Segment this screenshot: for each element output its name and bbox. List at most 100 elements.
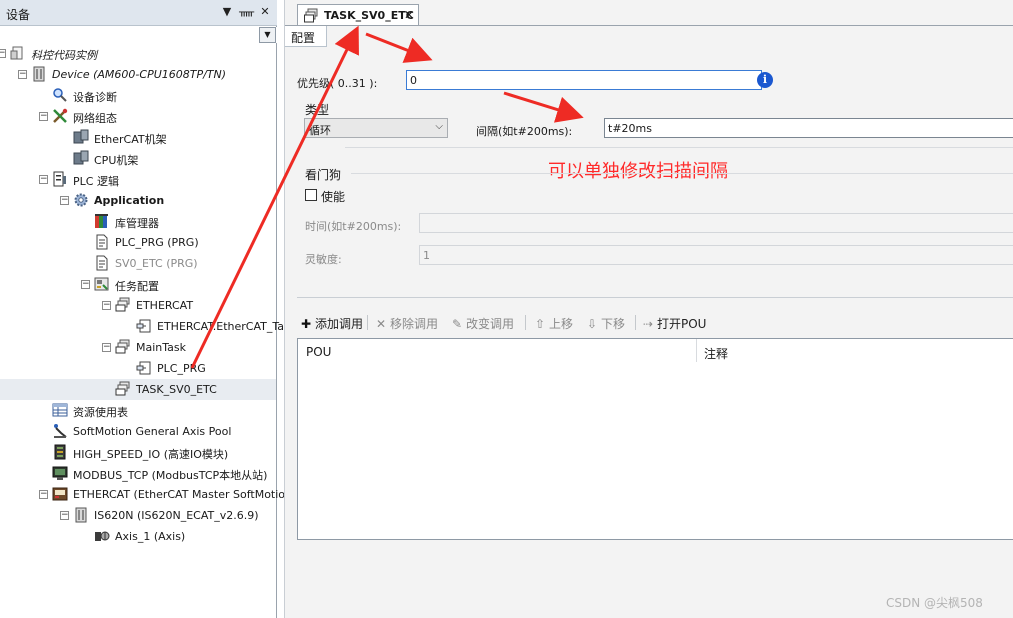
tree-node[interactable]: EtherCAT机架 (0, 127, 276, 148)
remove-x-icon: ✕ (375, 317, 387, 331)
add-call-button[interactable]: ✚ 添加调用 (299, 315, 363, 332)
tree-node[interactable]: CPU机架 (0, 148, 276, 169)
call-toolbar: ✚ 添加调用 ✕ 移除调用 ✎ 改变调用 ⇧ 上移 ⇩ 下移 ⇢ 打开POU (295, 311, 1013, 333)
panel-combo[interactable]: ▼ (0, 27, 277, 43)
tree-node[interactable]: PLC_PRG (0, 358, 276, 379)
tree-expander[interactable]: − (60, 196, 69, 205)
tree-node[interactable]: 资源使用表 (0, 400, 276, 421)
panel-menu-dropdown-icon[interactable]: ▼ (220, 5, 234, 19)
pou-document-icon (96, 234, 108, 250)
device-icon (75, 507, 87, 523)
task-icon (304, 8, 318, 23)
tab-task-sv0-etc[interactable]: TASK_SV0_ETC ✕ (297, 4, 419, 26)
tree-node[interactable]: SV0_ETC (PRG) (0, 253, 276, 274)
sensitivity-input[interactable]: 1 (419, 245, 1013, 265)
column-separator[interactable] (696, 339, 697, 362)
column-header-pou[interactable]: POU (306, 345, 331, 359)
tree-expander[interactable]: − (60, 511, 69, 520)
editor-pane: TASK_SV0_ETC ✕ 配置 优先级( 0..31 ): 0 i 类型 循… (284, 0, 1013, 618)
annotation-text: 可以单独修改扫描间隔 (548, 161, 728, 182)
tree-expander[interactable]: − (39, 490, 48, 499)
tree-node-label: ETHERCAT (EtherCAT Master SoftMotion) (73, 488, 297, 501)
enable-checkbox[interactable] (305, 189, 317, 201)
tree-node[interactable]: 库管理器 (0, 211, 276, 232)
pou-document-icon (96, 255, 108, 271)
ethercat-master-icon (52, 487, 68, 501)
toolbar-separator (635, 315, 636, 330)
tree-node[interactable]: 设备诊断 (0, 85, 276, 106)
toolbar-separator (525, 315, 526, 330)
move-up-label: 上移 (549, 317, 574, 331)
move-down-button[interactable]: ⇩ 下移 (585, 315, 625, 332)
tree-expander[interactable]: − (102, 343, 111, 352)
tree-node-label: 任务配置 (115, 280, 159, 293)
type-select[interactable]: 循环 ⌵ (304, 118, 448, 138)
remove-call-button[interactable]: ✕ 移除调用 (374, 315, 438, 332)
tree-expander[interactable]: − (39, 112, 48, 121)
tree-node-label: Device (AM600-CPU1608TP/TN) (52, 68, 227, 81)
tree-expander[interactable]: − (0, 49, 6, 58)
library-icon (95, 214, 108, 228)
tree-expander[interactable]: − (81, 280, 90, 289)
change-call-button[interactable]: ✎ 改变调用 (450, 315, 514, 332)
tree-node[interactable]: SoftMotion General Axis Pool (0, 421, 276, 442)
tree-node[interactable]: − Device (AM600-CPU1608TP/TN) (0, 64, 276, 85)
rack-icon (73, 129, 89, 144)
application-gear-icon (74, 193, 88, 207)
close-icon[interactable]: ✕ (258, 5, 272, 19)
tree-node[interactable]: − IS620N (IS620N_ECAT_v2.6.9) (0, 505, 276, 526)
tree-node-label: 库管理器 (115, 217, 159, 230)
tree-node[interactable]: HIGH_SPEED_IO (高速IO模块) (0, 442, 276, 463)
tab-close-icon[interactable]: ✕ (404, 8, 414, 22)
tree-node-label: PLC_PRG (PRG) (115, 236, 199, 249)
tree-node[interactable]: TASK_SV0_ETC (0, 379, 276, 400)
type-group-separator (345, 147, 1013, 148)
tree-node[interactable]: − 任务配置 (0, 274, 276, 295)
device-panel: 设备 ▼ ᚅ ✕ ▼ − 科控代码实例 − Device (AM600-CPU1608… (0, 0, 296, 618)
task-icon (115, 381, 130, 396)
tree-expander[interactable]: − (39, 175, 48, 184)
tree-node[interactable]: MODBUS_TCP (ModbusTCP本地从站) (0, 463, 276, 484)
tree-node[interactable]: ETHERCAT.EtherCAT_Task (0, 316, 296, 337)
tree-node[interactable]: − PLC 逻辑 (0, 169, 276, 190)
tree-node-label: Application (94, 194, 165, 207)
tree-node-label: 资源使用表 (73, 406, 128, 419)
open-pou-icon: ⇢ (642, 317, 654, 331)
time-input[interactable] (419, 213, 1013, 233)
pin-icon[interactable]: ᚅ (239, 5, 254, 19)
tree-node[interactable]: − ETHERCAT (EtherCAT Master SoftMotion) (0, 484, 296, 505)
move-up-button[interactable]: ⇧ 上移 (533, 315, 573, 332)
open-pou-button[interactable]: ⇢ 打开POU (641, 315, 707, 332)
tab-label: TASK_SV0_ETC (324, 9, 414, 22)
modbus-icon (52, 466, 68, 480)
tree-node-label: EtherCAT机架 (94, 133, 167, 146)
tree-node-label: IS620N (IS620N_ECAT_v2.6.9) (94, 509, 259, 522)
priority-input[interactable]: 0 (406, 70, 762, 90)
tree-node[interactable]: − ETHERCAT (0, 295, 276, 316)
column-header-comment[interactable]: 注释 (704, 345, 728, 362)
watermark: CSDN @尖枫508 (886, 596, 983, 610)
tab-config[interactable]: 配置 (285, 26, 327, 47)
remove-call-label: 移除调用 (390, 317, 439, 331)
interval-label: 间隔(如t#200ms): (476, 125, 573, 138)
tree-expander[interactable]: − (102, 301, 111, 310)
tree-node[interactable]: − 网络组态 (0, 106, 276, 127)
tree-node-label: ETHERCAT (136, 299, 194, 312)
chevron-down-icon[interactable]: ▼ (259, 27, 276, 43)
tree-node[interactable]: − 科控代码实例 (0, 43, 276, 64)
pou-call-table[interactable]: POU 注释 (297, 338, 1013, 540)
tab-config-label: 配置 (291, 31, 316, 45)
device-icon (33, 66, 45, 82)
tree-expander[interactable]: − (18, 70, 27, 79)
tree-node[interactable]: Axis_1 (Axis) (0, 526, 276, 547)
axis-pool-icon (54, 424, 67, 438)
tree-node[interactable]: − Application (0, 190, 276, 211)
tree-node[interactable]: − MainTask (0, 337, 276, 358)
info-icon[interactable]: i (757, 72, 773, 88)
tree-node[interactable]: PLC_PRG (PRG) (0, 232, 276, 253)
tree-node-label: Axis_1 (Axis) (115, 530, 186, 543)
interval-input[interactable]: t#20ms (604, 118, 1013, 138)
plus-icon: ✚ (300, 317, 312, 331)
chevron-down-icon: ⌵ (435, 121, 443, 132)
open-pou-label: 打开POU (657, 317, 707, 331)
